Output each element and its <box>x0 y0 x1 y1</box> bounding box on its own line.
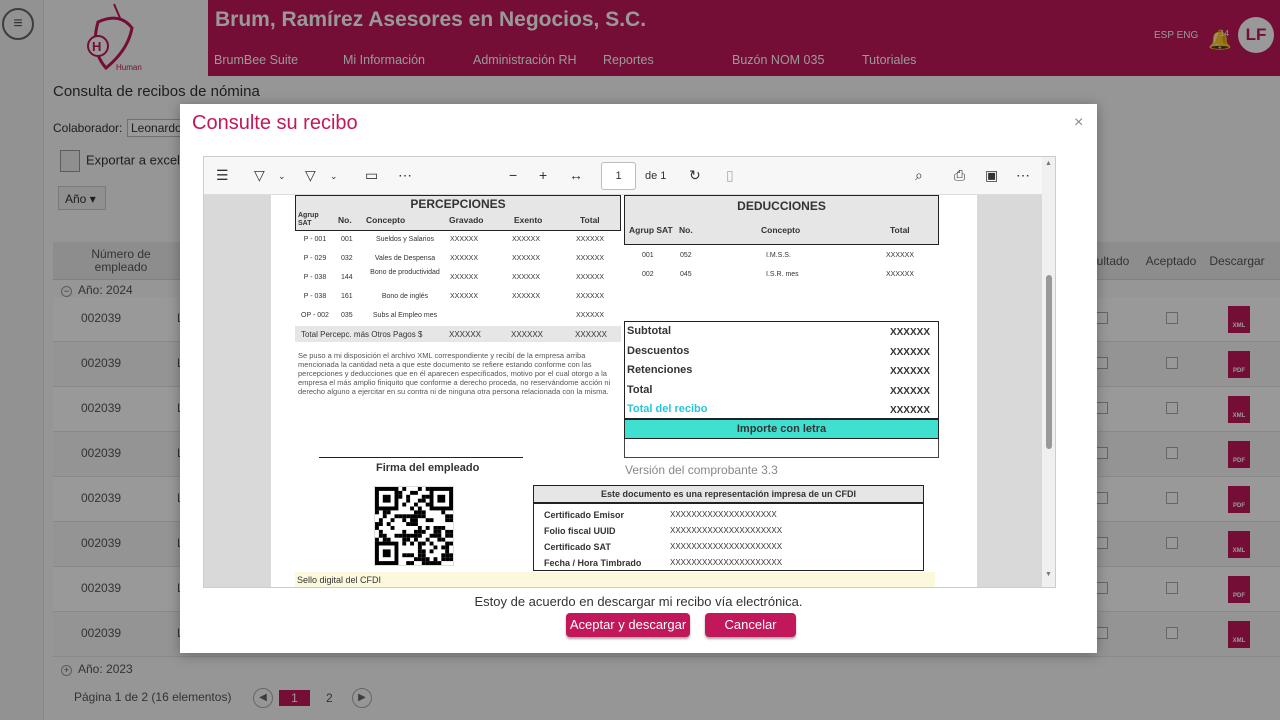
agreement-text: Estoy de acuerdo en descargar mi recibo … <box>474 594 803 609</box>
close-icon[interactable]: × <box>1074 114 1083 132</box>
deduccion-row: 002 045 I.S.R. mes XXXXXX <box>642 271 915 278</box>
scroll-up-icon[interactable]: ▲ <box>1045 160 1052 167</box>
fit-width-icon[interactable]: ↔ <box>569 167 583 183</box>
deduccion-row: 001 052 I.M.S.S. XXXXXX <box>642 252 915 259</box>
cfdi-row: Fecha / Hora Timbrado XXXXXXXXXXXXXXXXXXX… <box>544 558 783 568</box>
total-row: Total del recibo XXXXXX <box>627 403 930 416</box>
more-options-icon[interactable]: ⋯ <box>1016 167 1030 184</box>
percepciones-title: PERCEPCIONES <box>295 195 621 211</box>
deducciones-header: Agrup SAT No. Concepto Total <box>624 215 939 245</box>
totals-box: Subtotal XXXXXX Descuentos XXXXXX Retencione… <box>624 321 939 419</box>
percepciones-total: Total Percepc. más Otros Pagos $ XXXXXX … <box>295 326 621 342</box>
text-icon[interactable]: ▭ <box>365 167 378 184</box>
importe-con-letra: Importe con letra <box>624 419 939 439</box>
signature-line <box>319 457 523 458</box>
cfdi-version: Versión del comprobante 3.3 <box>625 463 778 477</box>
total-row: Total XXXXXX <box>627 383 930 397</box>
percepciones-rows: P - 001 001 Sueldos y Salarios XXXXXX XXXXXX… <box>295 231 621 326</box>
cfdi-row: Folio fiscal UUID XXXXXXXXXXXXXXXXXXXXX <box>544 526 783 536</box>
legal-text: Se puso a mi disposición el archivo XML … <box>298 351 611 396</box>
receipt-modal: Consulte su recibo × ☰ ▽ ⌄ ▽ ⌄ ▭ ⋯ − + ↔… <box>180 104 1097 653</box>
page-view-icon[interactable]: ▯ <box>726 167 734 184</box>
signature-label: Firma del empleado <box>376 462 480 474</box>
deducciones-table: DEDUCCIONES Agrup SAT No. Concepto Total… <box>624 195 939 285</box>
pdf-toolbar: ☰ ▽ ⌄ ▽ ⌄ ▭ ⋯ − + ↔ 1 de 1 ↻ ▯ ⌕ ⎙ ▣ ⋯ <box>204 157 1042 195</box>
chevron-down-icon[interactable]: ⌄ <box>330 171 338 182</box>
scroll-down-icon[interactable]: ▼ <box>1045 571 1052 578</box>
cfdi-row: Certificado SAT XXXXXXXXXXXXXXXXXXXXX <box>544 542 783 552</box>
draw-icon[interactable]: ▽ <box>305 167 316 184</box>
percepcion-row: P - 001 001 Sueldos y Salarios XXXXXX XXXXXX… <box>303 236 605 243</box>
zoom-out-icon[interactable]: − <box>509 167 517 183</box>
total-row: Subtotal XXXXXX <box>627 325 930 338</box>
percepcion-row: P - 038 144 Bono de productividad XXXXXX XXX… <box>303 269 605 281</box>
search-icon[interactable]: ⌕ <box>915 167 923 184</box>
cfdi-header: Este documento es una representación imp… <box>534 486 923 504</box>
importe-value-box <box>624 439 939 458</box>
page-count: de 1 <box>645 170 667 182</box>
deducciones-title: DEDUCCIONES <box>624 195 939 215</box>
viewer-scrollbar[interactable]: ▲ ▼ <box>1042 157 1055 587</box>
total-row: Retenciones XXXXXX <box>627 364 930 377</box>
highlight-icon[interactable]: ▽ <box>254 167 265 184</box>
page-number-input[interactable]: 1 <box>601 162 636 190</box>
sello-digital: Sello digital del CFDI <box>295 572 935 587</box>
rotate-icon[interactable]: ↻ <box>689 167 701 184</box>
total-row: Descuentos XXXXXX <box>627 344 930 358</box>
save-icon[interactable]: ▣ <box>985 167 998 184</box>
qr-code <box>374 486 454 566</box>
cancel-button[interactable]: Cancelar <box>705 613 796 637</box>
modal-title: Consulte su recibo <box>192 112 358 134</box>
receipt-page: PERCEPCIONES Agrup SAT No. Concepto Grav… <box>271 195 977 587</box>
cfdi-box: Este documento es una representación imp… <box>533 485 924 571</box>
toc-icon[interactable]: ☰ <box>216 167 229 184</box>
pdf-viewer: ☰ ▽ ⌄ ▽ ⌄ ▭ ⋯ − + ↔ 1 de 1 ↻ ▯ ⌕ ⎙ ▣ ⋯ ▲… <box>203 156 1056 588</box>
chevron-down-icon[interactable]: ⌄ <box>278 171 286 182</box>
accept-download-button[interactable]: Aceptar y descargar <box>566 613 690 637</box>
percepcion-row: P - 038 161 Bono de inglés XXXXXX XXXXXX XXXX… <box>303 293 605 300</box>
print-icon[interactable]: ⎙ <box>954 167 965 184</box>
more-tools-icon[interactable]: ⋯ <box>398 167 412 184</box>
percepciones-table: PERCEPCIONES Agrup SAT No. Concepto Grav… <box>295 195 621 342</box>
deducciones-rows: 001 052 I.M.S.S. XXXXXX 002 045 I.S.R. mes XXXX… <box>624 245 939 285</box>
zoom-in-icon[interactable]: + <box>539 167 547 183</box>
percepciones-header: Agrup SAT No. Concepto Gravado Exento To… <box>295 211 621 231</box>
scroll-thumb[interactable] <box>1046 275 1052 449</box>
cfdi-row: Certificado Emisor XXXXXXXXXXXXXXXXXXXX <box>544 510 777 520</box>
percepcion-row: P - 029 032 Vales de Despensa XXXXXX XXXXXX X… <box>303 255 605 262</box>
percepcion-row: OP - 002 035 Subs al Empleo mes XXXXXX <box>301 312 605 319</box>
